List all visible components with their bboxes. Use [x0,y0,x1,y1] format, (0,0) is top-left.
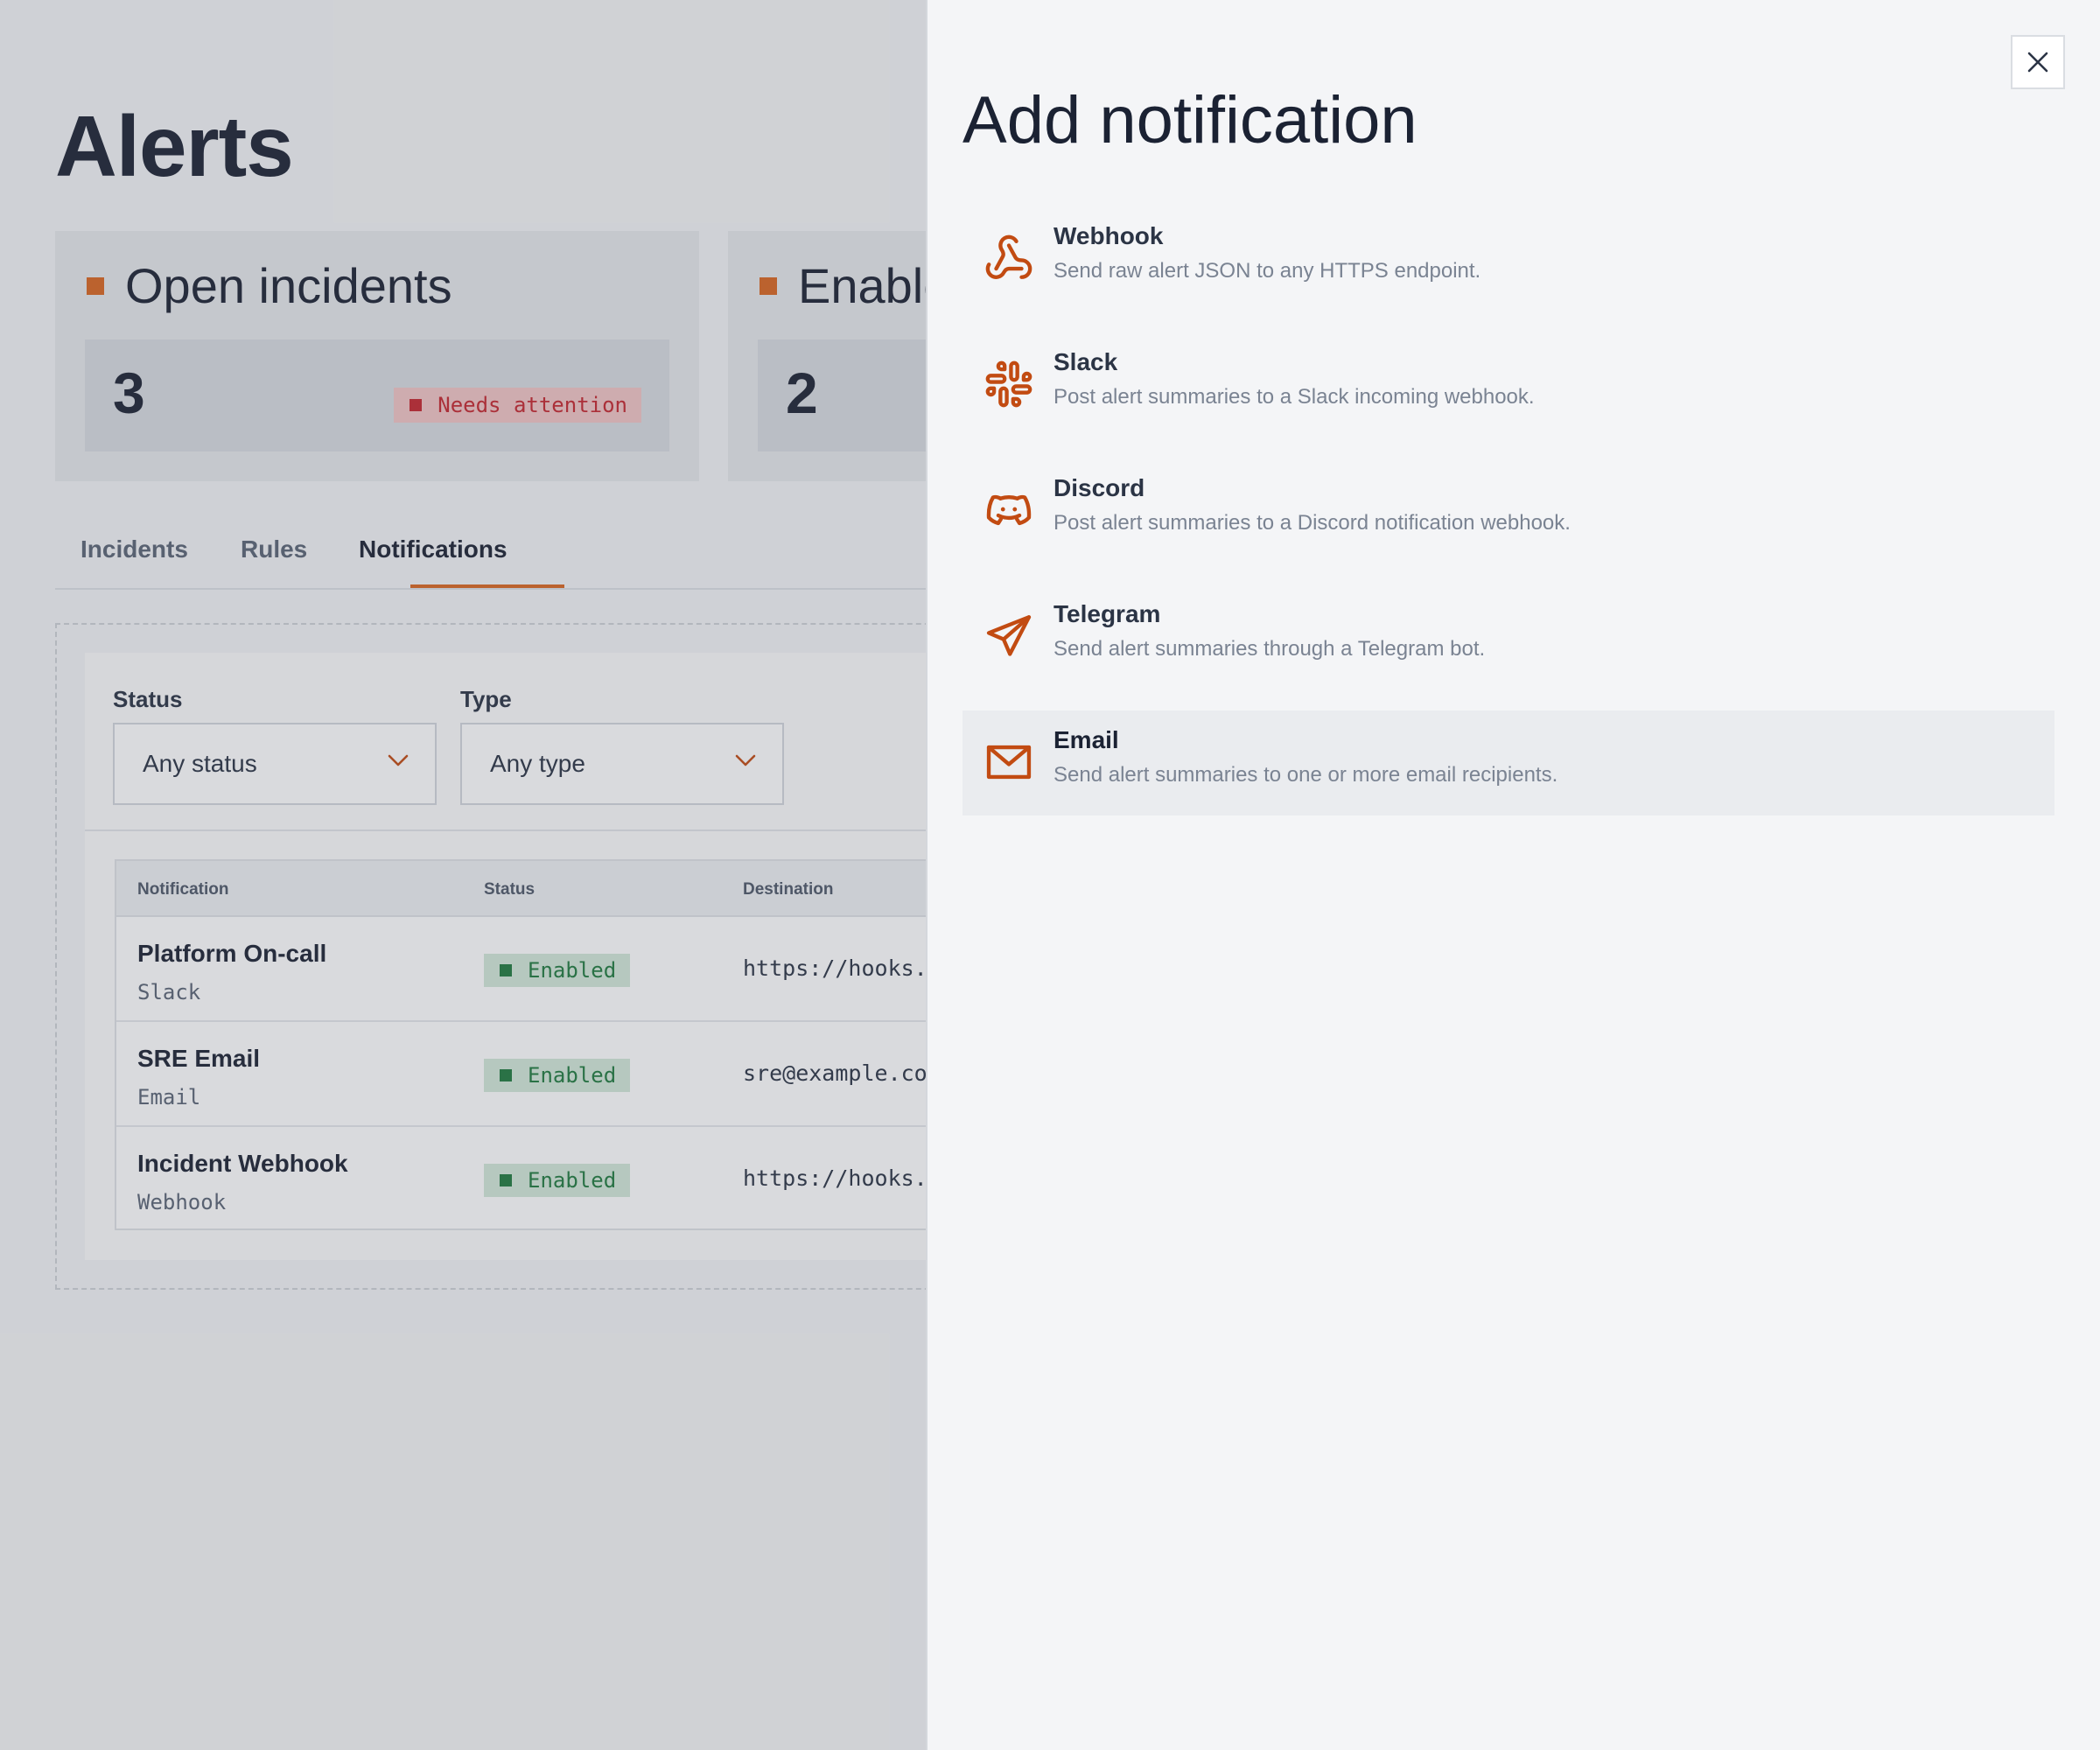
mail-icon [986,745,1032,780]
option-title: Email [1054,726,1119,753]
option-description: Post alert summaries to a Slack incoming… [1054,385,1535,409]
telegram-icon [986,615,1032,656]
option-description: Post alert summaries to a Discord notifi… [1054,511,1571,535]
option-description: Send alert summaries through a Telegram … [1054,637,1486,661]
webhook-icon [985,234,1032,279]
add-notification-drawer: Add notification Webhook Send raw alert … [926,0,2100,1750]
modal-backdrop[interactable] [0,0,926,1750]
option-description: Send alert summaries to one or more emai… [1054,763,1558,787]
option-discord[interactable]: Discord Post alert summaries to a Discor… [962,458,2054,564]
option-telegram[interactable]: Telegram Send alert summaries through a … [962,584,2054,690]
option-description: Send raw alert JSON to any HTTPS endpoin… [1054,259,1481,283]
option-title: Discord [1054,474,1145,501]
option-slack[interactable]: Slack Post alert summaries to a Slack in… [962,332,2054,438]
close-icon [2027,52,2048,73]
option-webhook[interactable]: Webhook Send raw alert JSON to any HTTPS… [962,206,2054,312]
option-title: Webhook [1054,222,1164,249]
option-email[interactable]: Email Send alert summaries to one or mor… [962,710,2054,816]
discord-icon [986,494,1032,526]
drawer-title: Add notification [962,83,1418,158]
option-title: Slack [1054,348,1118,375]
option-title: Telegram [1054,600,1161,627]
slack-icon [985,360,1032,408]
close-button[interactable] [2011,35,2065,89]
